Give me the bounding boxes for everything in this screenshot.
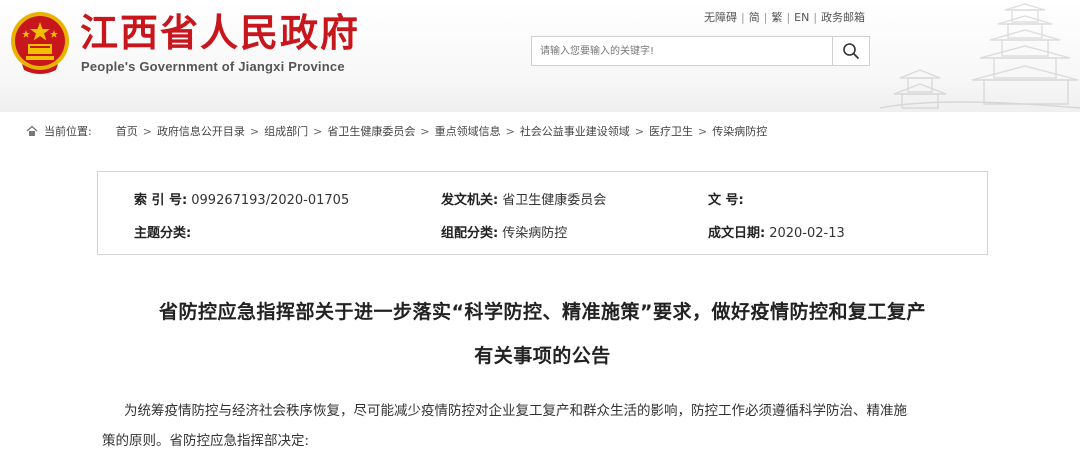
divider: | bbox=[813, 11, 818, 24]
meta-subject: 主题分类: bbox=[134, 222, 195, 241]
chevron-right-icon: > bbox=[634, 124, 645, 138]
article-paragraph-line: 策的原则。省防控应急指挥部决定: bbox=[102, 433, 310, 449]
site-header: 江西省人民政府 People's Government of Jiangxi P… bbox=[0, 0, 1080, 112]
search-box bbox=[531, 36, 838, 66]
meta-label: 发文机关: bbox=[441, 193, 499, 208]
article-title-line: 省防控应急指挥部关于进一步落实“科学防控、精准施策”要求，做好疫情防控和复工复产 bbox=[159, 301, 926, 323]
meta-label: 文 号: bbox=[708, 193, 744, 208]
article-title-line: 有关事项的公告 bbox=[474, 345, 611, 367]
meta-value: 传染病防控 bbox=[502, 226, 568, 241]
article-body: 为统筹疫情防控与经济社会秩序恢复，尽可能减少疫情防控对企业复工复产和群众生活的影… bbox=[102, 396, 968, 456]
divider: | bbox=[741, 11, 745, 24]
home-icon bbox=[26, 125, 38, 136]
chevron-right-icon: > bbox=[249, 124, 260, 138]
breadcrumb-item[interactable]: 传染病防控 bbox=[712, 123, 767, 139]
chevron-right-icon: > bbox=[698, 124, 708, 138]
article-paragraph-line: 为统筹疫情防控与经济社会秩序恢复，尽可能减少疫情防控对企业复工复产和群众生活的影… bbox=[124, 403, 907, 419]
meta-value: 2020-02-13 bbox=[769, 226, 845, 241]
meta-label: 组配分类: bbox=[441, 226, 499, 241]
divider: | bbox=[763, 11, 768, 24]
document-meta-box: 索 引 号: 099267193/2020-01705 发文机关: 省卫生健康委员会… bbox=[97, 171, 988, 255]
search-input[interactable] bbox=[532, 37, 838, 65]
breadcrumb-item[interactable]: 重点领域信息 bbox=[435, 123, 501, 139]
meta-label: 主题分类: bbox=[134, 226, 192, 241]
site-subtitle: People's Government of Jiangxi Province bbox=[81, 59, 345, 74]
meta-label: 成文日期: bbox=[708, 226, 766, 241]
meta-value: 省卫生健康委员会 bbox=[502, 193, 607, 208]
meta-label: 索 引 号: bbox=[134, 193, 188, 208]
simplified-chinese-link[interactable]: 简 bbox=[749, 9, 760, 25]
meta-issuer: 发文机关: 省卫生健康委员会 bbox=[441, 189, 606, 208]
article-title: 省防控应急指挥部关于进一步落实“科学防控、精准施策”要求，做好疫情防控和复工复产… bbox=[90, 290, 995, 378]
national-emblem-icon[interactable] bbox=[8, 8, 72, 78]
meta-date: 成文日期: 2020-02-13 bbox=[708, 222, 845, 241]
breadcrumb-item[interactable]: 省卫生健康委员会 bbox=[327, 123, 415, 139]
meta-value: 099267193/2020-01705 bbox=[191, 193, 350, 208]
breadcrumb-home[interactable]: 首页 bbox=[116, 123, 138, 139]
top-links: 无障碍 | 简 | 繁 | EN | 政务邮箱 bbox=[704, 9, 865, 25]
chevron-right-icon: > bbox=[142, 124, 152, 138]
search-icon bbox=[843, 43, 859, 59]
chevron-right-icon: > bbox=[313, 124, 323, 138]
breadcrumb-item[interactable]: 组成部门 bbox=[264, 123, 308, 139]
divider: | bbox=[786, 11, 791, 24]
site-title[interactable]: 江西省人民政府 bbox=[80, 10, 360, 56]
chevron-right-icon: > bbox=[505, 124, 515, 138]
breadcrumb: 当前位置: 首页 > 政府信息公开目录 > 组成部门 > 省卫生健康委员会 > … bbox=[26, 123, 767, 139]
traditional-chinese-link[interactable]: 繁 bbox=[771, 9, 782, 25]
pavilion-illustration bbox=[880, 3, 1080, 109]
gov-mail-link[interactable]: 政务邮箱 bbox=[821, 9, 865, 25]
search-button[interactable] bbox=[832, 36, 870, 66]
meta-index: 索 引 号: 099267193/2020-01705 bbox=[134, 189, 349, 208]
english-link[interactable]: EN bbox=[794, 11, 809, 24]
chevron-right-icon: > bbox=[420, 124, 430, 138]
accessibility-link[interactable]: 无障碍 bbox=[704, 9, 737, 25]
meta-category: 组配分类: 传染病防控 bbox=[441, 222, 567, 241]
meta-doc-number: 文 号: bbox=[708, 189, 748, 208]
breadcrumb-label: 当前位置: bbox=[44, 125, 92, 138]
breadcrumb-item[interactable]: 社会公益事业建设领域 bbox=[520, 123, 630, 139]
breadcrumb-item[interactable]: 医疗卫生 bbox=[649, 123, 693, 139]
breadcrumb-item[interactable]: 政府信息公开目录 bbox=[157, 123, 245, 139]
